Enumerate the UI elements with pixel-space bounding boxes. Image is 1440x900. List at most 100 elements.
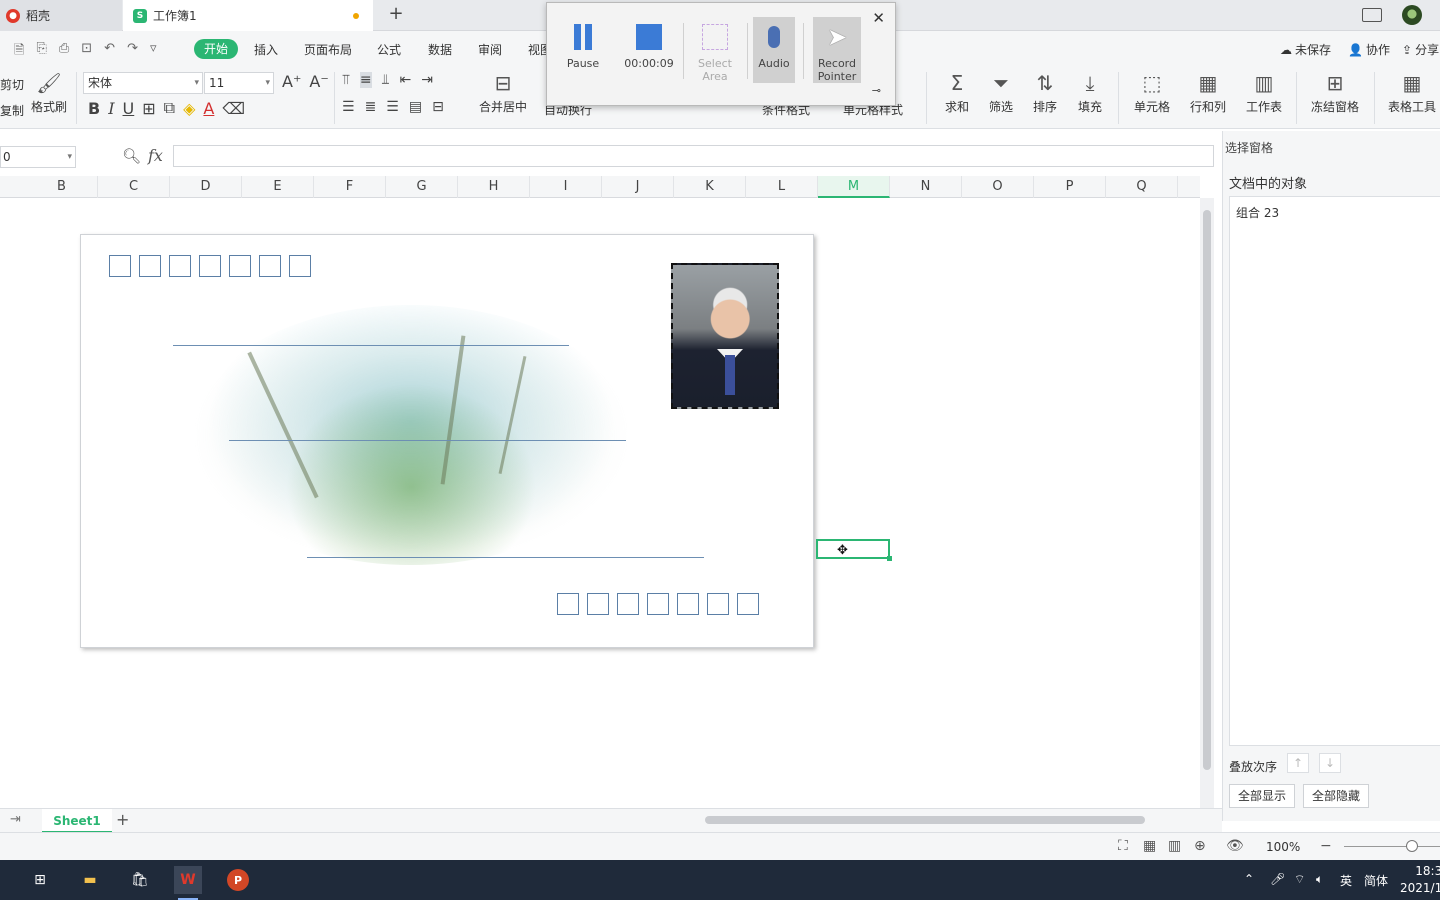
fill-button[interactable]: ⤓ 填充: [1072, 72, 1108, 115]
underline-icon[interactable]: U: [123, 99, 135, 118]
hide-all-button[interactable]: 全部隐藏: [1303, 784, 1370, 808]
redo-icon[interactable]: ↷: [127, 41, 138, 63]
save-icon[interactable]: 🗎: [14, 41, 24, 63]
horizontal-scrollbar[interactable]: [690, 814, 1180, 826]
last-sheet-icon[interactable]: ⇥: [10, 812, 21, 827]
menu-insert[interactable]: 插入: [254, 41, 278, 58]
row-column-button[interactable]: ▦ 行和列: [1184, 72, 1232, 115]
bring-forward-icon[interactable]: ↑: [1287, 753, 1309, 773]
column-header-p[interactable]: P: [1034, 176, 1106, 198]
zoom-slider-track[interactable]: [1344, 846, 1440, 847]
column-header-e[interactable]: E: [242, 176, 314, 198]
increase-indent-icon[interactable]: ⇥: [421, 72, 433, 88]
print-preview-icon[interactable]: ⊡: [81, 41, 92, 63]
fx-icon[interactable]: fx: [148, 146, 163, 165]
align-bottom-icon[interactable]: ⫫: [382, 72, 390, 88]
sum-button[interactable]: Σ 求和: [940, 72, 974, 115]
font-color-icon[interactable]: A: [203, 99, 214, 118]
menu-data[interactable]: 数据: [428, 41, 452, 58]
wps-icon[interactable]: W: [174, 866, 202, 900]
cell-button[interactable]: ⬚ 单元格: [1128, 72, 1176, 115]
cut-button[interactable]: 剪切: [0, 76, 24, 93]
increase-font-icon[interactable]: A⁺: [282, 72, 301, 91]
audio-button[interactable]: Audio: [753, 17, 795, 83]
column-header-f[interactable]: F: [314, 176, 386, 198]
align-top-icon[interactable]: ⫪: [342, 72, 350, 88]
column-header-k[interactable]: K: [674, 176, 746, 198]
sheet-tab[interactable]: Sheet1: [42, 809, 112, 833]
collaborate-button[interactable]: 👤 协作: [1348, 41, 1390, 58]
microphone-icon[interactable]: 🎤︎: [1270, 872, 1285, 886]
close-icon[interactable]: ✕: [872, 9, 885, 27]
worksheet-button[interactable]: ▥ 工作表: [1240, 72, 1288, 115]
clock[interactable]: 18:3 2021/1: [1400, 863, 1440, 897]
column-header-b[interactable]: B: [26, 176, 98, 198]
page-break-view-icon[interactable]: ▥: [1168, 838, 1181, 854]
menu-review[interactable]: 审阅: [478, 41, 502, 58]
column-header-c[interactable]: C: [98, 176, 170, 198]
add-sheet-button[interactable]: +: [116, 810, 129, 829]
column-header-i[interactable]: I: [530, 176, 602, 198]
menu-page-layout[interactable]: 页面布局: [304, 41, 352, 58]
file-explorer-icon[interactable]: ▬: [76, 866, 104, 894]
export-icon[interactable]: ⎘: [36, 41, 46, 63]
format-painter-button[interactable]: 🖌 格式刷: [30, 72, 68, 115]
vertical-scrollbar[interactable]: [1200, 198, 1214, 808]
font-name-select[interactable]: 宋体: [83, 72, 203, 94]
window-layout-icon[interactable]: [1362, 8, 1382, 22]
column-header-m[interactable]: M: [818, 176, 890, 198]
clear-format-icon[interactable]: ⌫: [222, 99, 245, 118]
fill-color-icon[interactable]: ◈: [183, 99, 195, 118]
select-area-button[interactable]: Select Area: [689, 17, 741, 83]
tab-docer[interactable]: ● 稻壳: [0, 0, 122, 31]
copy-button[interactable]: 复制: [0, 102, 24, 119]
task-view-icon[interactable]: ⊞: [26, 866, 54, 894]
show-all-button[interactable]: 全部显示: [1229, 784, 1296, 808]
font-size-select[interactable]: 11: [204, 72, 274, 94]
column-header-d[interactable]: D: [170, 176, 242, 198]
border-icon[interactable]: ⊞: [142, 99, 155, 118]
align-middle-icon[interactable]: ≡: [359, 72, 372, 88]
network-icon[interactable]: ⌔: [1294, 872, 1305, 887]
filter-button[interactable]: ⏷ 筛选: [984, 72, 1018, 115]
object-item[interactable]: 组合 23: [1236, 204, 1279, 221]
tray-expand-icon[interactable]: ⌃: [1244, 872, 1254, 886]
eye-protection-icon[interactable]: 👁: [1226, 838, 1244, 854]
store-icon[interactable]: 🛍: [126, 866, 154, 894]
italic-icon[interactable]: I: [108, 99, 114, 118]
decrease-font-icon[interactable]: A⁻: [309, 72, 328, 91]
avatar[interactable]: [1402, 5, 1422, 25]
menu-start-tab[interactable]: 开始: [194, 39, 238, 59]
cell-fill-style-icon[interactable]: ⧉: [164, 98, 175, 118]
justify-icon[interactable]: ▤: [409, 99, 422, 115]
undo-icon[interactable]: ↶: [104, 41, 115, 63]
customize-dropdown-icon[interactable]: ▿: [150, 41, 157, 63]
page-layout-view-icon[interactable]: ⊕: [1194, 838, 1206, 854]
column-header-q[interactable]: Q: [1106, 176, 1178, 198]
column-header-h[interactable]: H: [458, 176, 530, 198]
sort-button[interactable]: ⇅ 排序: [1028, 72, 1062, 115]
send-backward-icon[interactable]: ↓: [1319, 753, 1341, 773]
print-icon[interactable]: ⎙: [59, 41, 69, 63]
zoom-search-icon[interactable]: 🔍︎: [122, 147, 141, 165]
decrease-indent-icon[interactable]: ⇤: [400, 72, 412, 88]
envelope-group[interactable]: [80, 234, 814, 648]
column-header-l[interactable]: L: [746, 176, 818, 198]
stamp-photo[interactable]: [671, 263, 779, 409]
table-tools-button[interactable]: ▦ 表格工具: [1384, 72, 1440, 115]
menu-formula[interactable]: 公式: [377, 41, 401, 58]
column-header-o[interactable]: O: [962, 176, 1034, 198]
align-right-icon[interactable]: ☰: [386, 99, 399, 115]
column-header-g[interactable]: G: [386, 176, 458, 198]
input-language[interactable]: 英: [1340, 872, 1352, 889]
record-pointer-button[interactable]: ➤ Record Pointer: [813, 17, 861, 83]
normal-view-icon[interactable]: ▦: [1143, 838, 1156, 854]
bold-icon[interactable]: B: [88, 99, 100, 118]
merge-center-button[interactable]: ⊟ 合并居中: [474, 72, 532, 115]
scrollbar-thumb[interactable]: [705, 816, 1145, 824]
align-center-icon[interactable]: ≣: [365, 99, 377, 115]
distribute-icon[interactable]: ⊟: [432, 99, 444, 115]
formula-input[interactable]: [173, 145, 1214, 167]
share-button[interactable]: ⇪ 分享: [1402, 41, 1439, 58]
pause-button[interactable]: Pause: [557, 17, 609, 83]
